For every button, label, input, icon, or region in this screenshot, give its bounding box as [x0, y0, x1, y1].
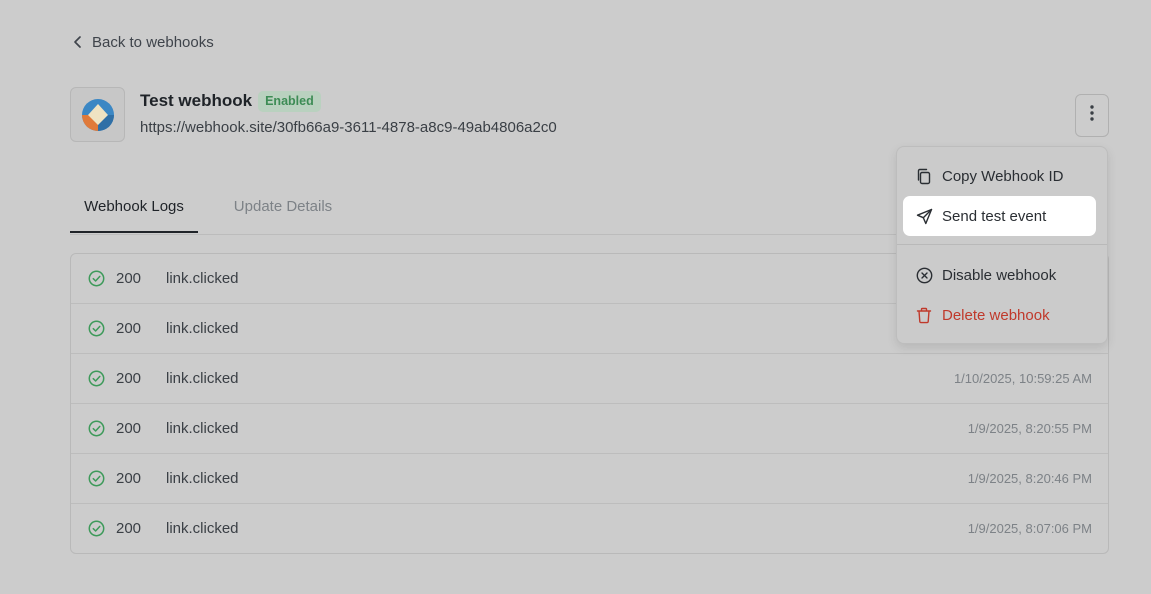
- status-code: 200: [116, 470, 142, 487]
- check-circle-icon: [88, 420, 105, 442]
- chevron-left-icon: [72, 35, 84, 49]
- back-link-label: Back to webhooks: [92, 33, 214, 51]
- webhook-header: Test webhook Enabled https://webhook.sit…: [70, 87, 557, 142]
- check-circle-icon: [88, 520, 105, 542]
- circle-x-icon: [915, 266, 933, 284]
- timestamp: 1/9/2025, 8:07:06 PM: [967, 521, 1092, 536]
- timestamp: 1/10/2025, 10:59:25 AM: [953, 371, 1092, 386]
- table-row[interactable]: 200 link.clicked 1/10/2025, 10:59:25 AM: [71, 354, 1108, 404]
- timestamp: 1/9/2025, 8:20:46 PM: [967, 471, 1092, 486]
- webhook-name: Test webhook: [140, 91, 253, 110]
- back-to-webhooks-link[interactable]: Back to webhooks: [72, 31, 214, 53]
- menu-divider: [897, 244, 1107, 245]
- menu-item-copy-webhook-id[interactable]: Copy Webhook ID: [903, 156, 1096, 196]
- check-circle-icon: [88, 320, 105, 342]
- table-row[interactable]: 200 link.clicked 1/9/2025, 8:20:46 PM: [71, 454, 1108, 504]
- trash-icon: [915, 306, 933, 324]
- menu-item-disable-webhook[interactable]: Disable webhook: [903, 255, 1096, 295]
- webhook-title-row: Test webhook Enabled: [140, 89, 557, 113]
- webhook-logo: [70, 87, 125, 142]
- tab-webhook-logs[interactable]: Webhook Logs: [70, 187, 198, 233]
- send-icon: [915, 207, 933, 225]
- status-code: 200: [116, 370, 142, 387]
- more-vertical-icon: [1090, 105, 1094, 126]
- status-code: 200: [116, 520, 142, 537]
- more-options-button[interactable]: [1075, 94, 1109, 137]
- timestamp: 1/9/2025, 8:20:55 PM: [967, 421, 1092, 436]
- menu-item-label: Send test event: [942, 207, 1047, 225]
- tab-update-details[interactable]: Update Details: [220, 187, 346, 233]
- status-code: 200: [116, 420, 142, 437]
- status-code: 200: [116, 320, 142, 337]
- event-name: link.clicked: [166, 470, 239, 487]
- event-name: link.clicked: [166, 420, 239, 437]
- menu-item-label: Delete webhook: [942, 306, 1050, 324]
- table-row[interactable]: 200 link.clicked 1/9/2025, 8:07:06 PM: [71, 504, 1108, 553]
- webhook-url: https://webhook.site/30fb66a9-3611-4878-…: [140, 119, 557, 136]
- status-badge: Enabled: [258, 90, 321, 112]
- copy-icon: [915, 167, 933, 185]
- webhook-options-menu: Copy Webhook ID Send test event Disable …: [896, 146, 1108, 344]
- webhook-site-logo-icon: [81, 98, 114, 131]
- menu-item-label: Disable webhook: [942, 266, 1057, 284]
- status-code: 200: [116, 270, 142, 287]
- check-circle-icon: [88, 270, 105, 292]
- menu-item-send-test-event[interactable]: Send test event: [903, 196, 1096, 236]
- event-name: link.clicked: [166, 320, 239, 337]
- event-name: link.clicked: [166, 270, 239, 287]
- table-row[interactable]: 200 link.clicked 1/9/2025, 8:20:55 PM: [71, 404, 1108, 454]
- webhook-title-block: Test webhook Enabled https://webhook.sit…: [140, 89, 557, 136]
- event-name: link.clicked: [166, 520, 239, 537]
- menu-item-label: Copy Webhook ID: [942, 167, 1064, 185]
- check-circle-icon: [88, 470, 105, 492]
- menu-item-delete-webhook[interactable]: Delete webhook: [903, 295, 1096, 335]
- check-circle-icon: [88, 370, 105, 392]
- event-name: link.clicked: [166, 370, 239, 387]
